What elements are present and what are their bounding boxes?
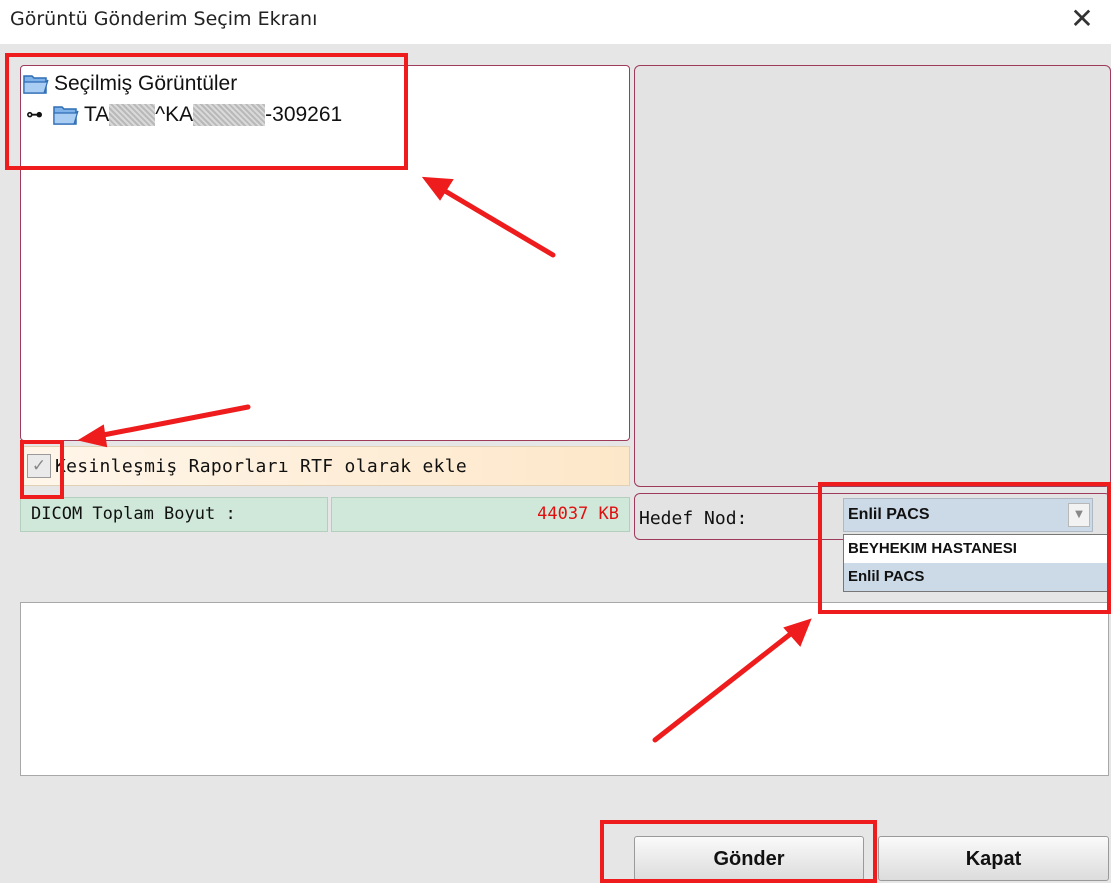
message-text-area[interactable] (20, 602, 1109, 776)
dicom-size-label: DICOM Toplam Boyut : (20, 497, 328, 532)
redaction-mask (109, 104, 156, 126)
patient-name-part-2: ^KA (155, 103, 194, 126)
target-node-select[interactable]: Enlil PACS ▼ (843, 498, 1093, 532)
rtf-checkbox[interactable]: ✓ (27, 454, 51, 478)
open-folder-icon (23, 75, 49, 94)
target-node-dropdown-list[interactable]: BEYHEKIM HASTANESI Enlil PACS (843, 534, 1109, 592)
rtf-option-row: ✓ Kesinleşmiş Raporları RTF olarak ekle (20, 446, 630, 486)
expander-key-icon[interactable]: ⊶ (26, 105, 52, 125)
dropdown-option-beyhekim[interactable]: BEYHEKIM HASTANESI (844, 535, 1108, 563)
target-node-label: Hedef Nod: (639, 508, 748, 529)
tree-patient-node[interactable]: ⊶ TA ^KA -309261 (26, 100, 342, 130)
rtf-checkbox-label[interactable]: Kesinleşmiş Raporları RTF olarak ekle (55, 456, 467, 477)
dicom-size-value: 44037 KB (331, 497, 630, 532)
target-node-selected-value: Enlil PACS (848, 506, 930, 523)
dropdown-option-enlil-pacs[interactable]: Enlil PACS (844, 563, 1108, 591)
redaction-mask (193, 104, 266, 126)
image-preview-panel (634, 65, 1111, 487)
tree-root-label: Seçilmiş Görüntüler (54, 72, 238, 95)
tree-root-node[interactable]: Seçilmiş Görüntüler (22, 69, 237, 99)
send-button[interactable]: Gönder (634, 836, 864, 881)
selected-images-tree[interactable]: Seçilmiş Görüntüler ⊶ TA ^KA -309261 (20, 65, 630, 441)
close-button[interactable]: Kapat (878, 836, 1109, 881)
patient-id: -309261 (265, 103, 343, 126)
window-title: Görüntü Gönderim Seçim Ekranı (10, 8, 318, 30)
open-folder-icon (53, 106, 79, 125)
chevron-down-icon[interactable]: ▼ (1068, 503, 1090, 527)
title-bar: Görüntü Gönderim Seçim Ekranı ✕ (0, 0, 1111, 44)
close-icon[interactable]: ✕ (1067, 4, 1097, 34)
patient-name-part-1: TA (84, 103, 110, 126)
